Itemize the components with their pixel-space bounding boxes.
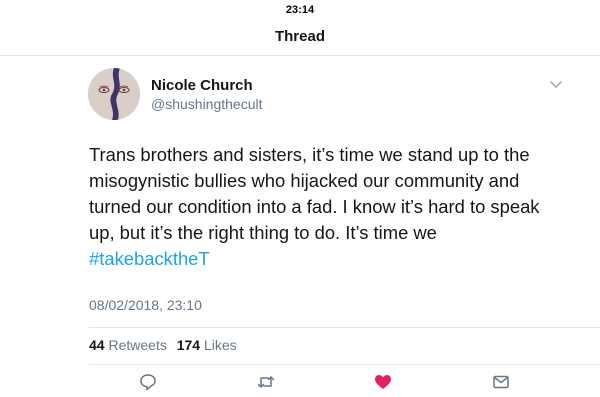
like-count: 174	[176, 337, 201, 353]
like-label: Likes	[203, 337, 237, 353]
avatar-portrait	[88, 68, 140, 120]
reply-icon[interactable]	[138, 372, 158, 392]
retweet-label: Retweets	[108, 337, 167, 353]
nav-title: Thread	[274, 28, 325, 45]
status-bar-time: 23:14	[285, 4, 315, 16]
chevron-down-icon[interactable]	[549, 80, 563, 90]
divider	[89, 327, 600, 328]
likes-stat[interactable]: 174 Likes	[177, 337, 237, 353]
tweet-text-line: misogynistic bullies who hijacked our co…	[89, 170, 520, 191]
retweet-icon[interactable]	[256, 372, 276, 392]
heart-icon[interactable]	[373, 372, 393, 392]
tweet-text-line: turned our condition into a fad. I know …	[89, 196, 540, 217]
author-handle[interactable]: @shushingthecult	[151, 96, 263, 112]
mail-icon[interactable]	[491, 372, 511, 392]
author-name[interactable]: Nicole Church	[151, 77, 253, 94]
tweet-text: Trans brothers and sisters, it’s time we…	[89, 142, 559, 272]
divider	[89, 364, 600, 365]
retweet-count: 44	[89, 337, 105, 353]
nav-divider	[0, 55, 600, 56]
tweet-stats: 44 Retweets 174 Likes	[89, 337, 237, 353]
tweet-text-line: Trans brothers and sisters, it’s time we…	[89, 144, 530, 165]
hashtag-link[interactable]: #takebacktheT	[89, 248, 210, 269]
tweet-timestamp: 08/02/2018, 23:10	[89, 297, 202, 313]
retweets-stat[interactable]: 44 Retweets	[89, 337, 167, 353]
tweet-text-line: up, but it’s the right thing to do. It’s…	[89, 222, 437, 243]
avatar[interactable]	[88, 68, 140, 120]
